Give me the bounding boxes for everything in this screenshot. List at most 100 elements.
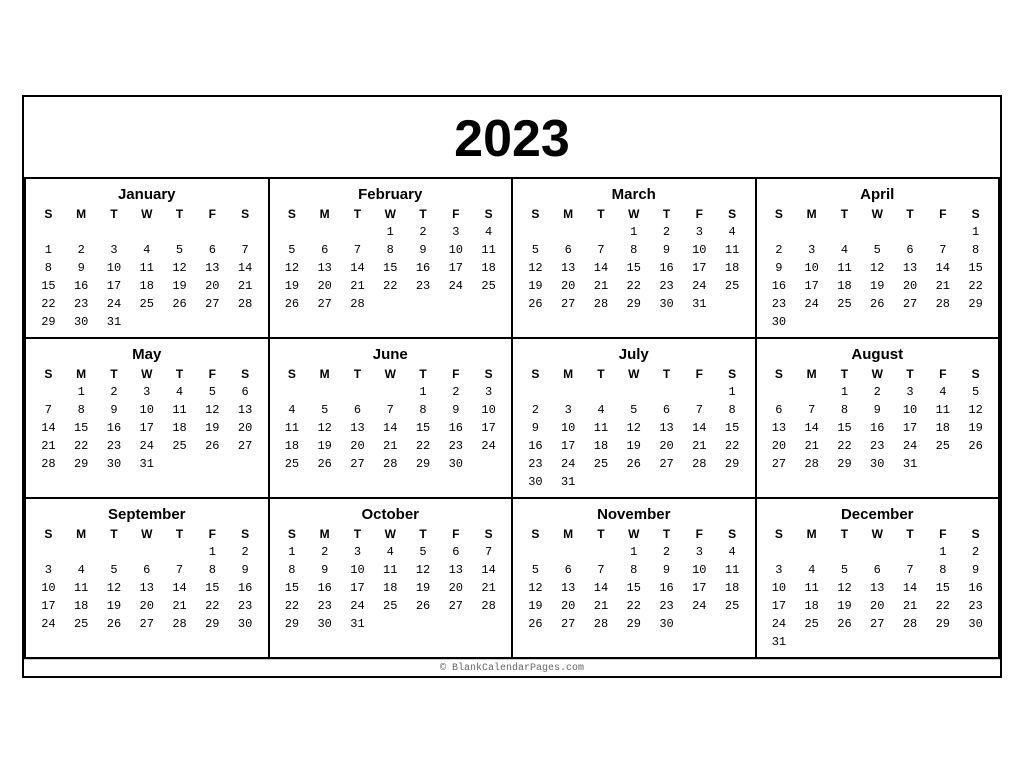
day-cell: 9 <box>650 241 683 259</box>
day-cell: 11 <box>716 561 749 579</box>
day-cell: 0 <box>341 633 374 651</box>
day-cell: 11 <box>374 561 407 579</box>
day-cell: 21 <box>374 437 407 455</box>
day-cell: 15 <box>196 579 229 597</box>
day-cell: 0 <box>163 633 196 651</box>
month-block-march: MarchSMTWTFS0001234567891011121314151617… <box>513 179 757 339</box>
day-header: T <box>650 365 683 383</box>
day-header: W <box>861 365 894 383</box>
day-cell: 23 <box>439 437 472 455</box>
day-cell: 0 <box>650 473 683 491</box>
day-cell: 6 <box>763 401 796 419</box>
day-cell: 13 <box>341 419 374 437</box>
day-cell: 0 <box>552 383 585 401</box>
day-cell: 6 <box>196 241 229 259</box>
day-cell: 25 <box>926 437 959 455</box>
day-cell: 0 <box>65 473 98 491</box>
day-cell: 4 <box>472 223 505 241</box>
day-cell: 19 <box>163 277 196 295</box>
day-cell: 0 <box>374 633 407 651</box>
day-cell: 14 <box>229 259 262 277</box>
day-cell: 3 <box>683 223 716 241</box>
day-cell: 29 <box>828 455 861 473</box>
day-header: F <box>439 525 472 543</box>
day-cell: 20 <box>196 277 229 295</box>
day-cell: 0 <box>552 223 585 241</box>
day-cell: 20 <box>229 419 262 437</box>
day-header: M <box>552 205 585 223</box>
month-grid: SMTWTFS000123456789101112131415161718192… <box>519 525 749 651</box>
day-cell: 0 <box>276 633 309 651</box>
day-cell: 0 <box>65 633 98 651</box>
day-cell: 0 <box>519 313 552 331</box>
watermark: © BlankCalendarPages.com <box>24 659 1000 676</box>
day-cell: 0 <box>861 543 894 561</box>
day-cell: 27 <box>763 455 796 473</box>
day-cell: 26 <box>407 597 440 615</box>
day-header: T <box>163 525 196 543</box>
day-header: T <box>98 205 131 223</box>
day-cell: 12 <box>308 419 341 437</box>
day-cell: 0 <box>617 383 650 401</box>
day-cell: 0 <box>519 223 552 241</box>
day-cell: 10 <box>763 579 796 597</box>
day-cell: 12 <box>519 579 552 597</box>
day-cell: 1 <box>407 383 440 401</box>
day-cell: 21 <box>926 277 959 295</box>
day-header: T <box>585 205 618 223</box>
day-cell: 6 <box>552 241 585 259</box>
day-cell: 0 <box>585 543 618 561</box>
day-cell: 0 <box>683 633 716 651</box>
day-header: M <box>795 365 828 383</box>
day-header: S <box>959 205 992 223</box>
day-cell: 23 <box>229 597 262 615</box>
day-cell: 13 <box>308 259 341 277</box>
day-header: M <box>65 205 98 223</box>
day-cell: 0 <box>828 313 861 331</box>
month-block-december: DecemberSMTWTFS0000012345678910111213141… <box>757 499 1001 659</box>
day-header: W <box>130 525 163 543</box>
day-cell: 21 <box>585 597 618 615</box>
day-cell: 2 <box>308 543 341 561</box>
day-cell: 0 <box>683 615 716 633</box>
day-cell: 25 <box>374 597 407 615</box>
day-header: S <box>472 205 505 223</box>
day-cell: 1 <box>65 383 98 401</box>
day-cell: 22 <box>716 437 749 455</box>
day-cell: 5 <box>308 401 341 419</box>
day-cell: 27 <box>650 455 683 473</box>
day-cell: 0 <box>32 633 65 651</box>
day-header: M <box>308 205 341 223</box>
day-cell: 28 <box>163 615 196 633</box>
day-cell: 21 <box>472 579 505 597</box>
day-cell: 0 <box>341 223 374 241</box>
day-cell: 8 <box>65 401 98 419</box>
day-header: T <box>894 205 927 223</box>
day-cell: 13 <box>552 579 585 597</box>
day-cell: 7 <box>585 561 618 579</box>
day-cell: 0 <box>130 473 163 491</box>
day-cell: 2 <box>519 401 552 419</box>
day-cell: 31 <box>98 313 131 331</box>
day-cell: 7 <box>472 543 505 561</box>
day-cell: 9 <box>98 401 131 419</box>
day-cell: 3 <box>98 241 131 259</box>
day-cell: 22 <box>196 597 229 615</box>
day-cell: 0 <box>894 313 927 331</box>
day-header: M <box>552 365 585 383</box>
day-cell: 2 <box>959 543 992 561</box>
day-cell: 7 <box>374 401 407 419</box>
day-cell: 2 <box>98 383 131 401</box>
day-cell: 23 <box>308 597 341 615</box>
day-cell: 24 <box>130 437 163 455</box>
day-cell: 7 <box>795 401 828 419</box>
day-cell: 15 <box>374 259 407 277</box>
day-cell: 0 <box>308 383 341 401</box>
day-cell: 2 <box>763 241 796 259</box>
day-cell: 0 <box>472 615 505 633</box>
day-cell: 21 <box>229 277 262 295</box>
day-cell: 9 <box>229 561 262 579</box>
day-cell: 25 <box>585 455 618 473</box>
day-cell: 0 <box>763 383 796 401</box>
day-cell: 1 <box>196 543 229 561</box>
